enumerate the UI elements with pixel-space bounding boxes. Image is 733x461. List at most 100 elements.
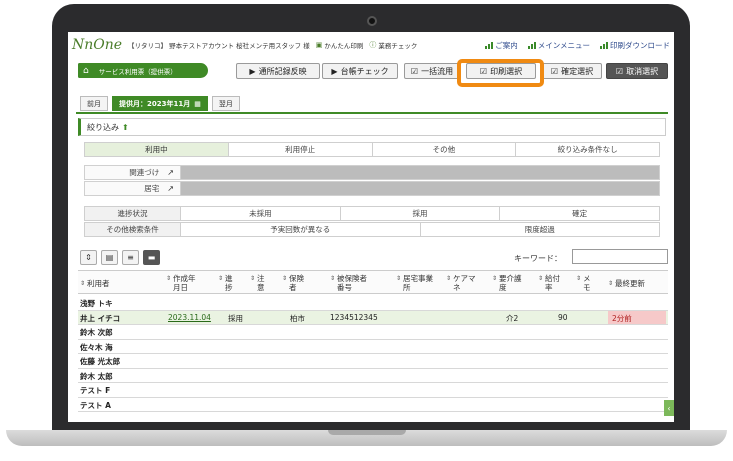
csv-icon[interactable]: ▤	[101, 250, 118, 265]
table-row[interactable]: 井上 イチコ 2023.11.04 採用 柏市 1234512345 介2 90…	[78, 310, 668, 325]
status-option-none[interactable]: 絞り込み条件なし	[516, 143, 659, 156]
table-row[interactable]: 佐々木 海	[78, 340, 668, 354]
col-caution[interactable]: ⇕ 注意	[250, 274, 266, 292]
other-option-over-limit[interactable]: 限度超過	[420, 223, 659, 236]
bulk-reuse-label: 一括流用	[421, 66, 454, 76]
action-bar: ⌂ サービス利用票（提供票） ▶ 通所記録反映 ▶ 台帳チェック ☑ 一括流用 ☑ 印刷…	[68, 60, 674, 84]
col-home-office[interactable]: ⇕ 居宅事業所	[396, 274, 439, 292]
menu-guide[interactable]: ご案内	[485, 40, 518, 51]
user-name[interactable]: 佐々木 海	[80, 342, 113, 353]
progress-option-adopted[interactable]: 採用	[340, 207, 501, 220]
col-benefit-rate[interactable]: ⇕ 給付率	[538, 274, 563, 292]
home-label-cell: 居宅 ↗	[85, 182, 181, 195]
external-link-icon[interactable]: ↗	[167, 168, 174, 177]
app-screen: NnOne 【リタリコ】 野本テストアカウント 桜社メンテ用スタッフ 様 ▣ か…	[68, 32, 674, 422]
status-option-active[interactable]: 利用中	[85, 143, 229, 156]
progress-label: 進捗状況	[85, 207, 181, 220]
print-select-highlight	[457, 59, 544, 87]
table-row[interactable]: テスト F	[78, 383, 668, 398]
apply-visit-record-button[interactable]: ▶ 通所記録反映	[236, 63, 320, 79]
home-office-row: 居宅 ↗	[84, 181, 660, 196]
sort-list-icon[interactable]: ≡	[122, 250, 139, 265]
progress-option-confirmed[interactable]: 確定	[500, 207, 660, 220]
col-benefit-rate-label: 給付率	[545, 274, 561, 292]
table-row[interactable]: 佐藤 光太郎	[78, 354, 668, 369]
sort-icon: ⇕	[250, 275, 256, 282]
sort-icon[interactable]: ⇕	[80, 250, 97, 265]
col-insurer[interactable]: ⇕ 保険者	[282, 274, 307, 292]
user-name[interactable]: テスト F	[80, 385, 110, 396]
calendar-icon[interactable]: ▦	[194, 100, 201, 108]
home-value[interactable]	[181, 182, 659, 195]
sort-icon: ⇕	[330, 275, 336, 282]
external-link-icon[interactable]: ↗	[167, 184, 174, 193]
chevron-left-icon: ‹	[667, 403, 671, 413]
col-last-updated[interactable]: ⇕ 最終更新	[608, 279, 645, 288]
status-option-stopped[interactable]: 利用停止	[228, 143, 373, 156]
col-user[interactable]: ⇕ 利用者	[80, 279, 110, 288]
user-name[interactable]: 井上 イチコ	[80, 313, 120, 324]
col-care-level[interactable]: ⇕ 要介護度	[492, 274, 527, 292]
status-option-other[interactable]: その他	[372, 143, 517, 156]
related-value[interactable]	[181, 166, 659, 179]
checkbox-icon: ☑	[615, 66, 624, 76]
progress-option-unadopted[interactable]: 未採用	[181, 207, 341, 220]
sort-icon: ⇕	[446, 275, 452, 282]
progress-value: 採用	[228, 313, 243, 323]
table-header: ⇕ 利用者 ⇕ 作成年月日 ⇕ 進捗 ⇕ 注意 ⇕ 保険者 ⇕ 被保険者番号 ⇕ 居宅事業所 …	[78, 270, 668, 294]
sort-icon: ⇕	[608, 280, 614, 287]
task-check-label: 業務チェック	[378, 42, 418, 50]
global-menu: ご案内 メインメニュー 印刷ダウンロード	[485, 40, 670, 51]
keyword-input[interactable]	[572, 249, 668, 264]
month-tabs: 前月 提供月：2023年11月 ▦ 翌月	[80, 96, 240, 112]
col-insured-number-label: 被保険者番号	[337, 274, 368, 292]
other-filter: その他検索条件 予実回数が異なる 限度超過	[84, 222, 660, 237]
col-memo[interactable]: ⇕ メモ	[576, 274, 592, 292]
filter-title: 絞り込み	[87, 122, 119, 132]
bar-chart-icon	[485, 41, 494, 49]
table-row[interactable]: 鈴木 次郎	[78, 325, 668, 340]
current-month-tab[interactable]: 提供月：2023年11月 ▦	[112, 96, 208, 111]
confirm-select-button[interactable]: ☑ 確定選択	[542, 63, 602, 79]
user-name[interactable]: 鈴木 次郎	[80, 327, 113, 338]
user-name[interactable]: 鈴木 太郎	[80, 371, 113, 382]
home-icon: ⌂	[83, 65, 89, 76]
table-row[interactable]: テスト A	[78, 398, 668, 412]
benefit-rate-value: 90	[558, 312, 568, 322]
menu-print-download[interactable]: 印刷ダウンロード	[600, 40, 670, 51]
user-name[interactable]: 佐藤 光太郎	[80, 356, 120, 367]
table-row[interactable]: 鈴木 太郎	[78, 369, 668, 383]
info-icon: ⓘ	[369, 41, 377, 49]
col-caremanager[interactable]: ⇕ ケアマネ	[446, 274, 481, 292]
camera-icon	[367, 16, 377, 26]
bulk-reuse-button[interactable]: ☑ 一括流用	[404, 63, 460, 79]
user-name[interactable]: 浅野 トキ	[80, 298, 113, 309]
bar-chart-icon	[527, 41, 536, 49]
user-name[interactable]: テスト A	[80, 400, 111, 411]
menu-print-download-label: 印刷ダウンロード	[610, 40, 670, 50]
app-logo[interactable]: NnOne	[72, 37, 122, 53]
related-label-cell: 関連づけ ↗	[85, 166, 181, 179]
other-option-count-mismatch[interactable]: 予実回数が異なる	[181, 223, 421, 236]
eraser-icon[interactable]: ▬	[143, 250, 160, 265]
easy-print-link[interactable]: ▣ かんたん印刷	[316, 40, 364, 50]
next-month-tab[interactable]: 翌月	[211, 96, 240, 111]
menu-main[interactable]: メインメニュー	[527, 40, 590, 51]
ledger-check-button[interactable]: ▶ 台帳チェック	[322, 63, 398, 79]
home-button[interactable]: ⌂ サービス利用票（提供票）	[78, 63, 208, 78]
insured-number-value: 1234512345	[330, 312, 378, 322]
ledger-check-label: 台帳チェック	[340, 66, 389, 76]
created-date-link[interactable]: 2023.11.04	[168, 313, 211, 322]
filter-toggle[interactable]: 絞り込み ⬆	[78, 118, 666, 136]
col-progress[interactable]: ⇕ 進捗	[218, 274, 234, 292]
cancel-select-button[interactable]: ☑ 取消選択	[606, 63, 668, 79]
prev-month-tab[interactable]: 前月	[80, 96, 108, 111]
task-check-link[interactable]: ⓘ 業務チェック	[369, 40, 417, 50]
col-created[interactable]: ⇕ 作成年月日	[166, 274, 201, 292]
col-insured-number[interactable]: ⇕ 被保険者番号	[330, 274, 373, 292]
table-row[interactable]: 浅野 トキ	[78, 296, 668, 311]
related-label: 関連づけ	[129, 168, 160, 177]
side-panel-toggle[interactable]: ‹	[664, 400, 674, 416]
tab-underline	[76, 112, 668, 114]
sort-icon: ⇕	[166, 275, 172, 282]
